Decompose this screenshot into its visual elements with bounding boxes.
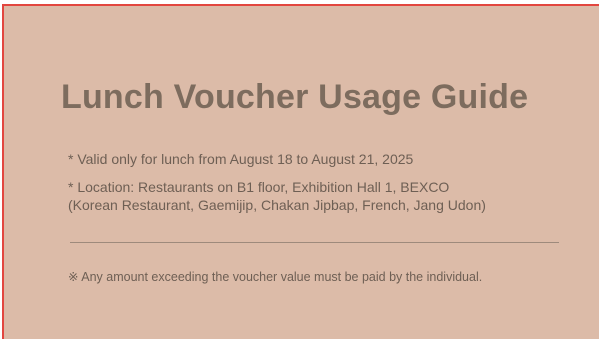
voucher-guide-panel: Lunch Voucher Usage Guide * Valid only f… [2,4,599,339]
validity-text: * Valid only for lunch from August 18 to… [68,151,414,167]
restaurant-list-text: (Korean Restaurant, Gaemijip, Chakan Jip… [68,197,486,213]
guide-title: Lunch Voucher Usage Guide [61,78,529,116]
payment-note: ※ Any amount exceeding the voucher value… [68,270,483,284]
location-text: * Location: Restaurants on B1 floor, Exh… [68,179,450,195]
section-divider [70,242,559,243]
